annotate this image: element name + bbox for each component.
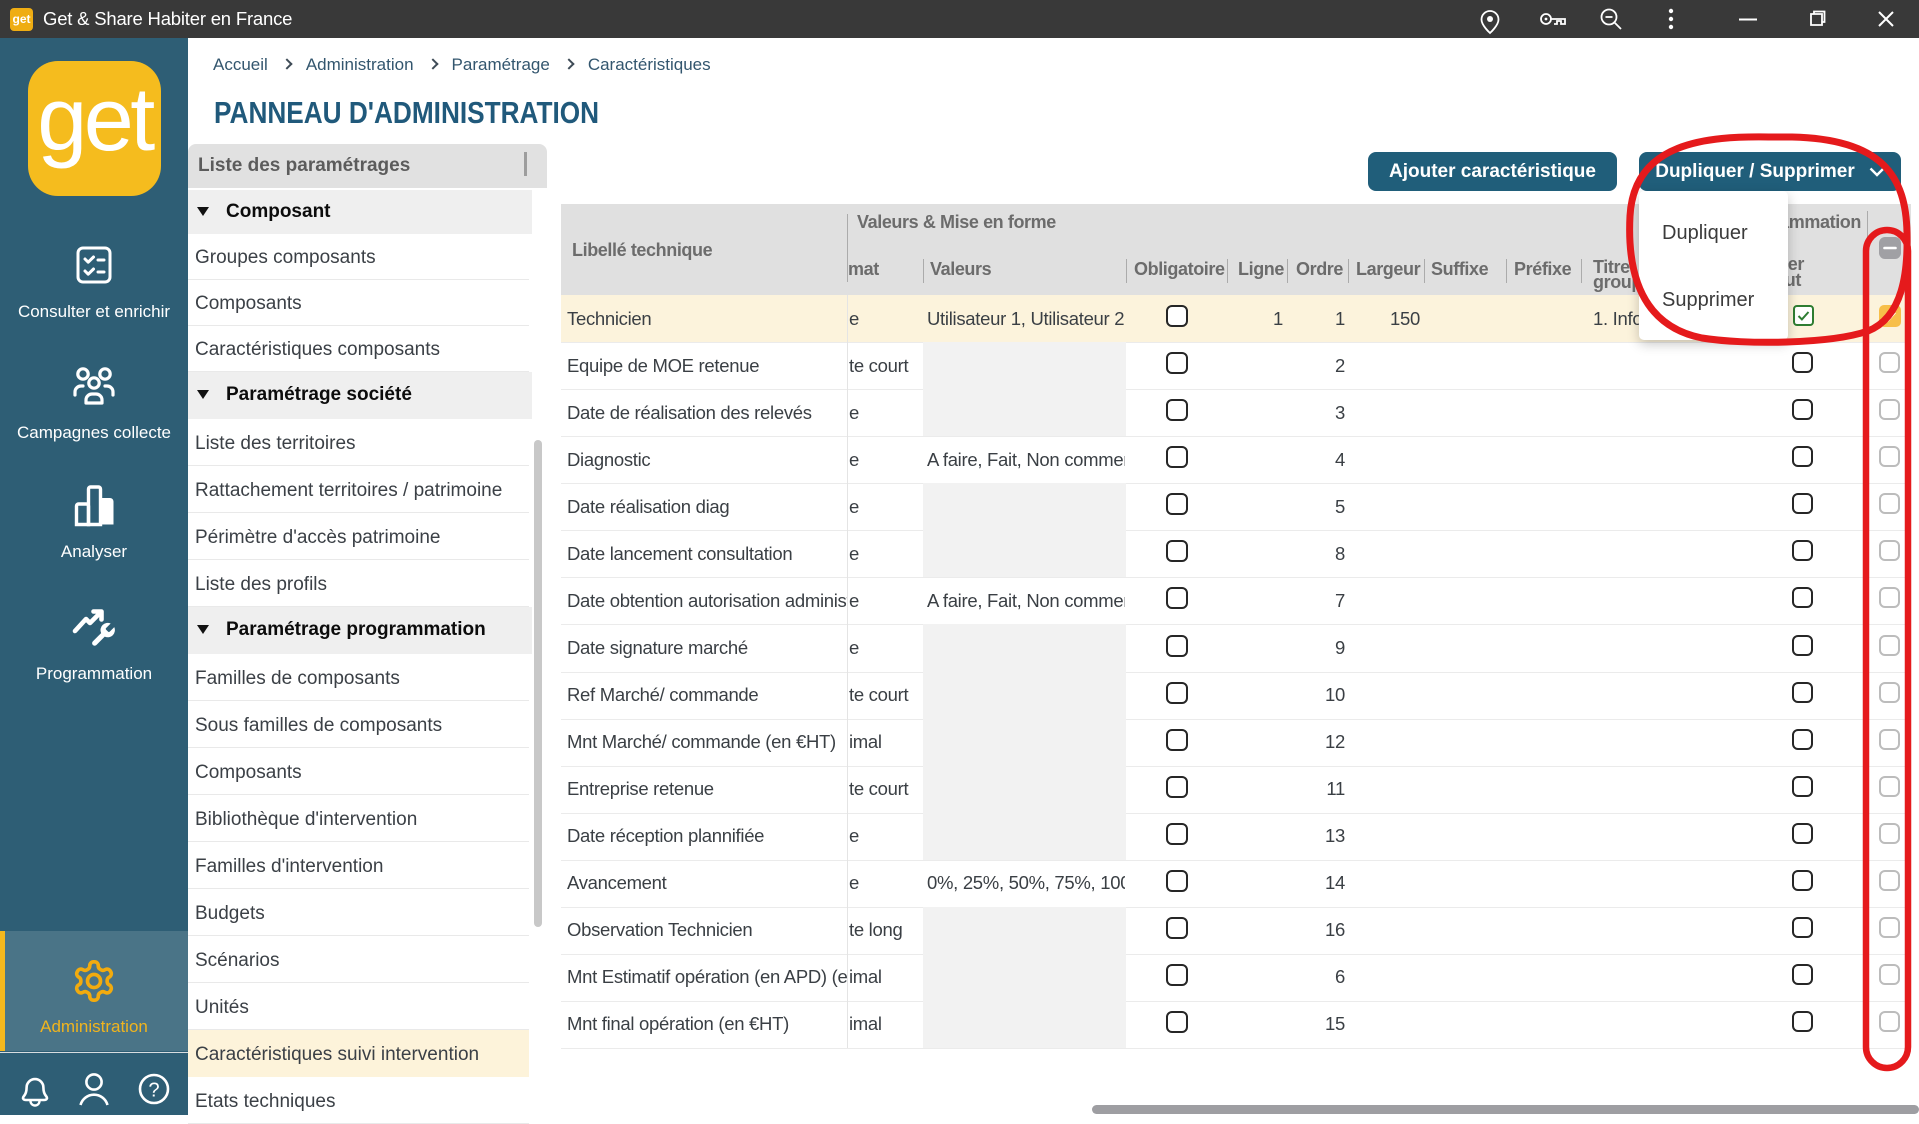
svg-text:?: ? <box>148 1080 159 1102</box>
